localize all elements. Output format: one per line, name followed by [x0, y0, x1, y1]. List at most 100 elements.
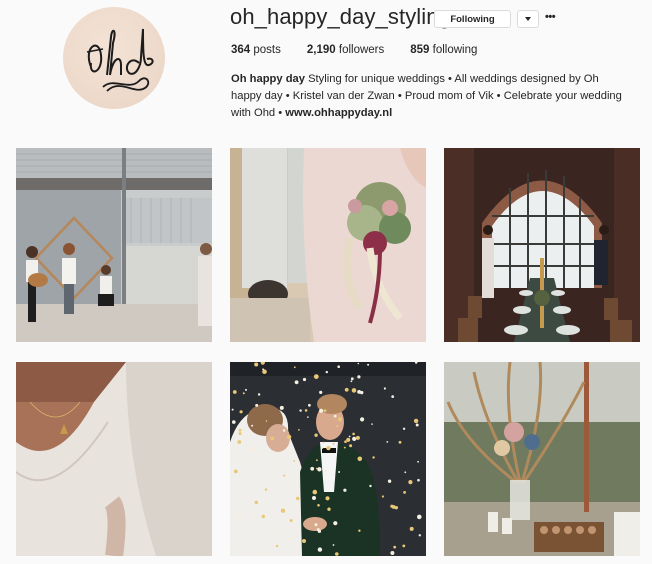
confetti-dot — [232, 420, 236, 424]
confetti-dot — [398, 440, 402, 444]
post-tile[interactable] — [230, 148, 426, 342]
confetti-dot — [238, 428, 242, 432]
confetti-dot — [254, 362, 259, 367]
confetti-dot — [383, 387, 386, 390]
confetti-dot — [402, 544, 406, 548]
confetti-dot — [415, 423, 419, 427]
confetti-dot — [261, 551, 265, 555]
profile-username: oh_happy_day_styling — [230, 4, 451, 29]
confetti-dot — [241, 429, 244, 433]
confetti-dot — [270, 436, 275, 441]
confetti-dot — [325, 496, 330, 501]
confetti-dot — [267, 463, 271, 466]
confetti-dot — [293, 366, 296, 369]
confetti-dot — [294, 380, 299, 385]
confetti-dot — [319, 390, 323, 394]
confetti-dot — [417, 460, 419, 463]
confetti-dot — [337, 365, 340, 368]
confetti-dot — [357, 375, 361, 379]
post-image — [16, 148, 212, 342]
confetti-dot — [317, 547, 323, 552]
confetti-dot — [351, 388, 357, 393]
bio-name: Oh happy day — [231, 73, 305, 85]
confetti-dot — [408, 480, 413, 485]
confetti-dot — [317, 467, 322, 472]
confetti-dot — [409, 526, 414, 531]
confetti-dot — [337, 417, 343, 422]
confetti-dot — [333, 521, 338, 526]
confetti-dot — [332, 544, 335, 546]
confetti-dot — [335, 552, 339, 556]
confetti-dot — [310, 466, 315, 471]
confetti-dot — [357, 390, 361, 394]
post-tile[interactable] — [444, 148, 640, 342]
confetti-dot — [249, 456, 253, 460]
post-image — [444, 362, 640, 556]
confetti-dot — [281, 546, 284, 549]
confetti-dot — [357, 362, 360, 365]
confetti-dot — [275, 531, 279, 536]
profile-stats: 364 posts 2,190 followers 859 following — [231, 44, 503, 56]
confetti-dot — [372, 456, 375, 459]
confetti-dot — [304, 409, 308, 412]
confetti-dot — [371, 423, 373, 425]
confetti-dot — [257, 393, 261, 396]
confetti-dot — [245, 388, 247, 391]
confetti-dot — [320, 446, 324, 449]
confetti-dot — [316, 467, 318, 470]
confetti-dot — [261, 514, 265, 519]
confetti-dot — [316, 459, 318, 462]
confetti-dot — [314, 433, 318, 437]
post-tile[interactable] — [444, 362, 640, 556]
confetti-dot — [325, 469, 328, 472]
confetti-dot — [325, 370, 328, 374]
profile-avatar[interactable] — [63, 7, 165, 109]
bio-link[interactable]: www.ohhappyday.nl — [285, 107, 392, 119]
post-image — [16, 362, 212, 556]
confetti-dot — [352, 436, 357, 441]
confetti-dot — [312, 496, 316, 500]
confetti-dot — [387, 479, 392, 483]
stat-followers[interactable]: 2,190 followers — [307, 44, 384, 56]
confetti-dot — [343, 488, 347, 492]
confetti-dot — [417, 514, 422, 520]
confetti-dot — [293, 460, 296, 462]
confetti-dot — [296, 496, 300, 501]
following-button[interactable]: Following — [434, 10, 511, 28]
confetti-dot — [275, 544, 279, 548]
post-tile[interactable] — [16, 362, 212, 556]
confetti-dot — [312, 489, 318, 495]
confetti-dot — [254, 500, 258, 505]
more-options-button[interactable]: ••• — [545, 11, 556, 23]
confetti-dot — [248, 448, 253, 452]
confetti-dot — [369, 484, 372, 488]
post-tile[interactable] — [230, 362, 426, 556]
confetti-dot — [381, 495, 384, 498]
confetti-dot — [275, 461, 280, 465]
confetti-dot — [239, 410, 243, 414]
confetti-dot — [283, 474, 286, 477]
confetti-dot — [242, 392, 245, 395]
post-tile[interactable] — [16, 148, 212, 342]
confetti-dot — [391, 505, 396, 509]
confetti-dot — [404, 471, 407, 474]
confetti-dot — [390, 551, 395, 555]
confetti-dot — [265, 420, 268, 422]
confetti-dot — [352, 432, 355, 436]
confetti-dot — [279, 405, 284, 410]
suggestions-dropdown-button[interactable] — [517, 10, 539, 28]
confetti-dot — [402, 427, 406, 430]
confetti-dot — [338, 471, 341, 473]
stat-posts: 364 posts — [231, 44, 281, 56]
confetti-dot — [350, 377, 354, 381]
stat-following[interactable]: 859 following — [410, 44, 477, 56]
confetti-dot — [307, 416, 309, 418]
confetti-dot — [360, 417, 365, 422]
confetti-dot — [280, 508, 286, 513]
confetti-dot — [298, 429, 300, 431]
confetti-dot — [367, 363, 370, 366]
confetti-dot — [332, 442, 335, 445]
confetti-dot — [333, 414, 337, 418]
confetti-dot — [296, 483, 299, 486]
confetti-dot — [358, 529, 361, 532]
